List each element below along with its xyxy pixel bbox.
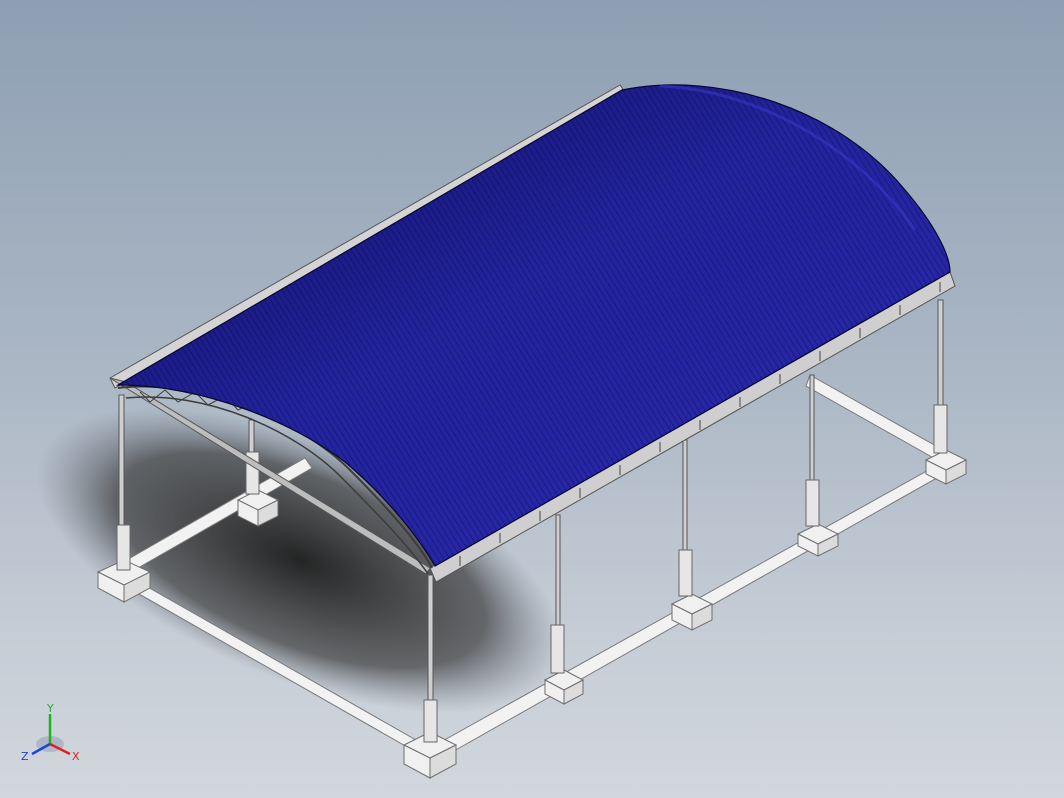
z-axis-label: Z	[21, 750, 29, 763]
graphics-viewport[interactable]: Y X Z	[0, 0, 1064, 798]
column	[550, 514, 565, 674]
model-scene[interactable]	[0, 0, 1064, 798]
view-orientation-triad[interactable]: Y X Z	[18, 700, 90, 772]
column	[678, 439, 693, 597]
beam-back-right	[805, 374, 953, 466]
x-axis-label: X	[72, 750, 80, 763]
column	[805, 374, 820, 527]
y-axis-label: Y	[46, 702, 54, 715]
column	[933, 299, 948, 454]
